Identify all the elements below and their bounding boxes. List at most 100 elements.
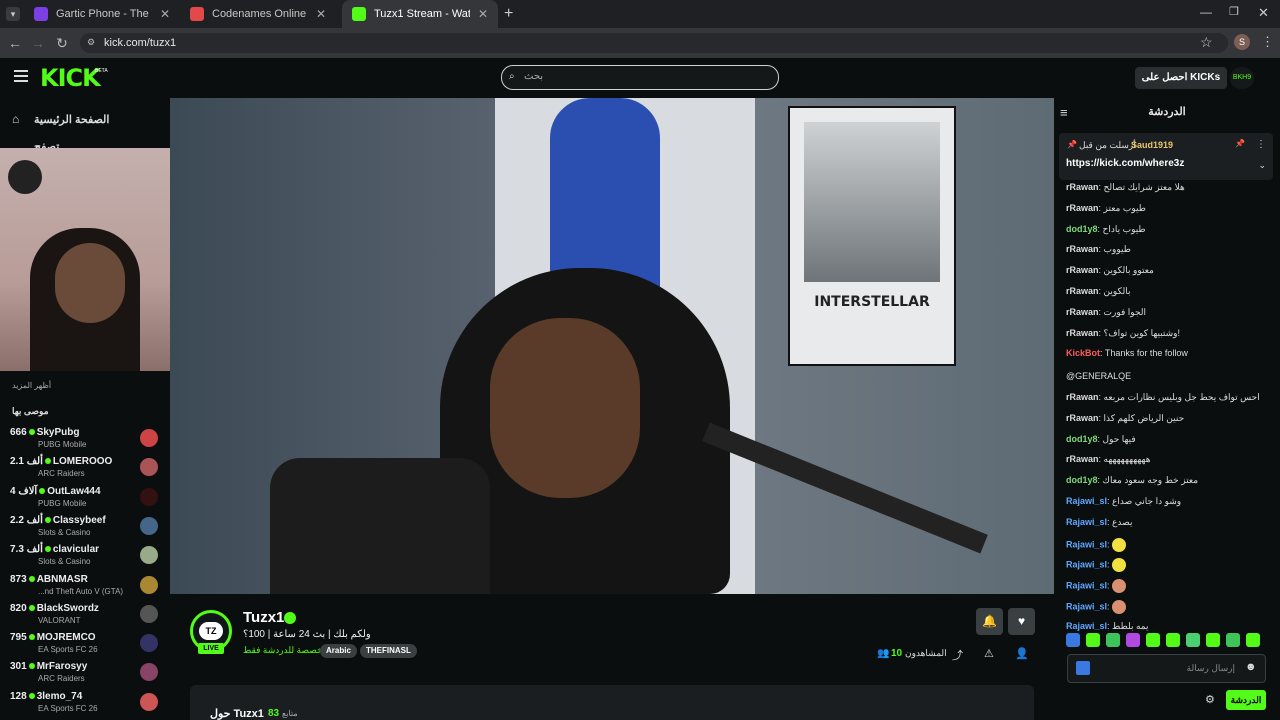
chat-text: طيووب [1103, 244, 1131, 255]
tab-close-icon[interactable]: ✕ [160, 7, 170, 21]
chat-username[interactable]: rRawan [1066, 454, 1099, 464]
recommended-channel[interactable]: 2.1 ألف LOMEROOO ARC Raiders [0, 454, 168, 483]
chat-username[interactable]: rRawan [1066, 244, 1099, 254]
recommended-channel[interactable]: 666 SkyPubg PUBG Mobile [0, 425, 168, 454]
recommended-channel[interactable]: 873 ABNMASR ...nd Theft Auto V (GTA) [0, 572, 168, 601]
chat-username[interactable]: rRawan [1066, 307, 1099, 317]
recommended-channel[interactable]: 128 3lemo_74 EA Sports FC 26 [0, 689, 168, 718]
emote-icon[interactable] [1066, 633, 1080, 647]
chat-username[interactable]: Rajawi_sl [1066, 539, 1107, 549]
tab-favicon [352, 7, 366, 21]
send-chat-button[interactable]: الدردشة [1226, 690, 1266, 710]
tab-close-icon[interactable]: ✕ [478, 7, 488, 21]
chat-username[interactable]: Rajawi_sl [1066, 621, 1107, 631]
chat-username[interactable]: dod1y8 [1066, 475, 1098, 485]
chat-username[interactable]: rRawan [1066, 413, 1099, 423]
tag-arabic[interactable]: Arabic [320, 644, 357, 658]
chat-username[interactable]: dod1y8 [1066, 224, 1098, 234]
chat-username[interactable]: Rajawi_sl [1066, 581, 1107, 591]
emote-icon[interactable] [1086, 633, 1100, 647]
get-kicks-button[interactable]: احصل على KICKs [1135, 67, 1227, 89]
recommended-channel[interactable]: 4 آلاف OutLaw444 PUBG Mobile [0, 484, 168, 513]
channel-name: SkyPubg [36, 427, 80, 438]
video-player[interactable]: INTERSTELLAR [170, 98, 1054, 594]
recommended-channel[interactable]: 7.3 ألف clavicular Slots & Casino [0, 542, 168, 571]
tab-close-icon[interactable]: ✕ [316, 7, 326, 21]
tab-title: Tuzx1 Stream - Watch Live on K [374, 8, 470, 20]
add-friend-icon[interactable]: 👤 [1015, 647, 1029, 660]
recommended-channel[interactable]: 795 MOJREMCO EA Sports FC 26 [0, 630, 168, 659]
tab-1[interactable]: Gartic Phone - The Telephone G ✕ [24, 0, 180, 28]
emote-icon[interactable] [1146, 633, 1160, 647]
chat-username[interactable]: Rajawi_sl [1066, 496, 1107, 506]
minimize-icon[interactable]: — [1200, 5, 1212, 19]
chat-username[interactable]: rRawan [1066, 182, 1099, 192]
profile-avatar[interactable]: S [1234, 34, 1250, 50]
user-avatar[interactable]: BKH9 [1230, 67, 1254, 89]
pinned-message[interactable]: 📌 أرسلت من قبل Saud1919 https://kick.com… [1059, 133, 1273, 180]
recommended-channel[interactable]: 2.2 ألف Classybeef Slots & Casino [0, 513, 168, 542]
chat-settings-icon[interactable]: ⚙ [1205, 693, 1215, 706]
chat-text: وشتبيها كوين تواف؟! [1103, 327, 1181, 338]
expand-pinned-icon[interactable]: ⌄ [1258, 160, 1266, 171]
browser-menu-icon[interactable]: ⋮ [1261, 34, 1274, 50]
pinned-more-icon[interactable]: ⋮ [1256, 139, 1266, 150]
chat-username[interactable]: rRawan [1066, 392, 1099, 402]
follow-heart-button[interactable]: ♥ [1008, 608, 1035, 635]
back-icon[interactable]: ← [5, 33, 25, 53]
tab-3[interactable]: Tuzx1 Stream - Watch Live on K ✕ [342, 0, 498, 28]
menu-icon[interactable] [14, 70, 28, 82]
wall-speaker [8, 160, 42, 194]
channel-category: PUBG Mobile [38, 440, 87, 449]
share-icon[interactable]: ⤴ [952, 647, 963, 663]
chat-username[interactable]: Rajawi_sl [1066, 517, 1107, 527]
new-tab-icon[interactable]: + [504, 5, 513, 23]
chat-text: حنين الرياض كلهم كذا [1103, 412, 1185, 423]
emoji-icon[interactable]: ☻ [1245, 661, 1257, 673]
emote-icon[interactable] [1246, 633, 1260, 647]
emote-icon[interactable] [1106, 633, 1120, 647]
emote-icon[interactable] [1206, 633, 1220, 647]
show-more-link[interactable]: أظهر المزيد [12, 381, 51, 390]
chat-username[interactable]: rRawan [1066, 265, 1099, 275]
emote-icon[interactable] [1126, 633, 1140, 647]
forward-icon[interactable]: → [28, 33, 48, 53]
recommended-channel[interactable]: 820 BlackSwordz VALORANT [0, 601, 168, 630]
chat-username[interactable]: Rajawi_sl [1066, 560, 1107, 570]
sidebar-item-home[interactable]: الصفحة الرئيسية [34, 113, 109, 126]
reload-icon[interactable]: ↻ [52, 33, 72, 53]
chat-username[interactable]: dod1y8 [1066, 434, 1098, 444]
report-icon[interactable]: ⚠ [984, 647, 994, 660]
chat-input[interactable]: إرسال رسالة [1067, 654, 1266, 683]
bookmark-star-icon[interactable]: ☆ [1200, 34, 1213, 51]
tab-title: Gartic Phone - The Telephone G [56, 8, 152, 20]
emote-icon[interactable] [1186, 633, 1200, 647]
close-window-icon[interactable]: ✕ [1258, 5, 1269, 21]
recommended-channel[interactable]: 301 MrFarosyy ARC Raiders [0, 659, 168, 688]
emote-icon[interactable] [1166, 633, 1180, 647]
emote-icon[interactable] [1226, 633, 1240, 647]
pinned-link[interactable]: https://kick.com/where3z [1066, 158, 1184, 169]
restore-icon[interactable]: ❐ [1229, 5, 1239, 18]
pinned-by-user[interactable]: Saud1919 [1131, 140, 1173, 150]
kick-logo[interactable]: KICK [40, 64, 101, 92]
search-input[interactable]: بحث [501, 65, 779, 90]
chat-username[interactable]: Rajawi_sl [1066, 601, 1107, 611]
streamer-name[interactable]: Tuzx1 [243, 609, 284, 626]
tab-2[interactable]: Codenames Online ✕ [180, 0, 336, 28]
chat-username[interactable]: rRawan [1066, 328, 1099, 338]
tag-thefinasl[interactable]: THEFINASL [360, 644, 417, 658]
url-field[interactable]: kick.com/tuzx1 [80, 33, 1228, 53]
emote-image [1112, 537, 1127, 552]
chat-username[interactable]: rRawan [1066, 203, 1099, 213]
unpin-icon[interactable]: 📌 [1235, 139, 1245, 148]
chat-message: dod1y8: فيها حول [1066, 434, 1266, 445]
channel-category: ...nd Theft Auto V (GTA) [38, 586, 124, 596]
chat-username[interactable]: KickBot [1066, 348, 1100, 358]
channel-row-text: 128 3lemo_74 [10, 691, 128, 702]
chat-username[interactable]: rRawan [1066, 286, 1099, 296]
channel-row-text: 2.1 ألف LOMEROOO [10, 456, 128, 467]
notify-bell-button[interactable]: 🔔 [976, 608, 1003, 635]
tab-search-icon[interactable]: ▾ [6, 7, 20, 21]
site-info-icon[interactable]: ⚙ [87, 37, 97, 47]
